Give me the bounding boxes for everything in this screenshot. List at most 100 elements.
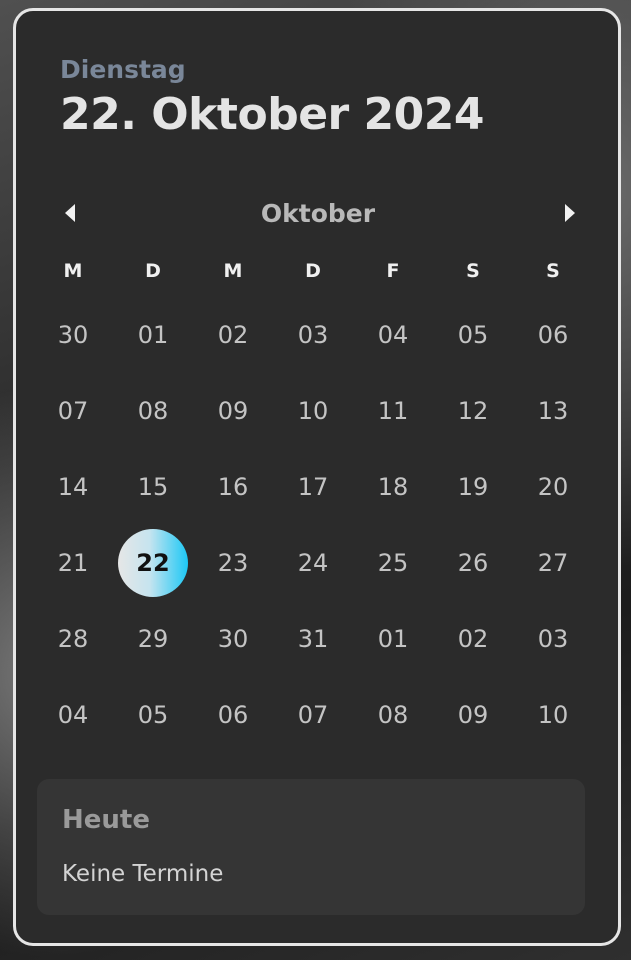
month-navigation: Oktober <box>40 191 596 235</box>
calendar-day[interactable]: 10 <box>273 373 353 449</box>
calendar-day-number: 04 <box>57 701 89 729</box>
month-label: Oktober <box>260 199 376 228</box>
calendar-day-number: 01 <box>377 625 409 653</box>
calendar-day[interactable]: 19 <box>433 449 513 525</box>
calendar-day-number: 07 <box>57 397 89 425</box>
calendar-day-number: 30 <box>217 625 249 653</box>
calendar-week: 04 05 06 07 08 09 10 <box>33 677 593 753</box>
calendar-day-number: 18 <box>377 473 409 501</box>
calendar-day-number: 27 <box>537 549 569 577</box>
calendar-day-number: 29 <box>137 625 169 653</box>
calendar-week: 28 29 30 31 01 02 03 <box>33 601 593 677</box>
calendar-grid: M D M D F S S 30 01 02 03 04 05 06 07 08 09 10 11 12… <box>33 251 593 753</box>
calendar-day-number: 06 <box>537 321 569 349</box>
calendar-day[interactable]: 11 <box>353 373 433 449</box>
calendar-day[interactable]: 12 <box>433 373 513 449</box>
calendar-day[interactable]: 30 <box>33 297 113 373</box>
calendar-day-number: 06 <box>217 701 249 729</box>
calendar-day[interactable]: 05 <box>113 677 193 753</box>
calendar-day-number: 02 <box>217 321 249 349</box>
calendar-week: 14 15 16 17 18 19 20 <box>33 449 593 525</box>
calendar-day-number: 13 <box>537 397 569 425</box>
calendar-day[interactable]: 31 <box>273 601 353 677</box>
weekday-label: S <box>466 260 480 282</box>
calendar-day[interactable]: 06 <box>513 297 593 373</box>
calendar-day[interactable]: 02 <box>433 601 513 677</box>
calendar-day-number: 10 <box>537 701 569 729</box>
calendar-day[interactable]: 30 <box>193 601 273 677</box>
events-panel: Heute Keine Termine <box>37 779 585 915</box>
calendar-day[interactable]: 21 <box>33 525 113 601</box>
calendar-day[interactable]: 18 <box>353 449 433 525</box>
calendar-day[interactable]: 26 <box>433 525 513 601</box>
weekday-label: S <box>546 260 560 282</box>
weekday-label: D <box>305 260 321 282</box>
calendar-day[interactable]: 06 <box>193 677 273 753</box>
calendar-day-number: 03 <box>537 625 569 653</box>
calendar-day[interactable]: 04 <box>33 677 113 753</box>
calendar-day[interactable]: 20 <box>513 449 593 525</box>
day-name: Dienstag <box>60 55 186 84</box>
calendar-day-number: 30 <box>57 321 89 349</box>
calendar-day[interactable]: 05 <box>433 297 513 373</box>
calendar-day[interactable]: 28 <box>33 601 113 677</box>
next-month-button[interactable] <box>556 199 584 227</box>
calendar-day[interactable]: 29 <box>113 601 193 677</box>
calendar-day-number: 24 <box>297 549 329 577</box>
calendar-day-number: 23 <box>217 549 249 577</box>
calendar-day[interactable]: 07 <box>273 677 353 753</box>
weekday-label: M <box>63 260 83 282</box>
calendar-day[interactable]: 04 <box>353 297 433 373</box>
calendar-day-number: 05 <box>457 321 489 349</box>
calendar-day-number: 03 <box>297 321 329 349</box>
calendar-day-number: 01 <box>137 321 169 349</box>
calendar-day[interactable]: 17 <box>273 449 353 525</box>
calendar-day-number: 09 <box>217 397 249 425</box>
calendar-day[interactable]: 09 <box>193 373 273 449</box>
calendar-day-number: 21 <box>57 549 89 577</box>
calendar-day[interactable]: 16 <box>193 449 273 525</box>
calendar-day-number: 02 <box>457 625 489 653</box>
calendar-day[interactable]: 25 <box>353 525 433 601</box>
calendar-day-number: 31 <box>297 625 329 653</box>
calendar-day-number: 16 <box>217 473 249 501</box>
calendar-day-number: 17 <box>297 473 329 501</box>
calendar-day[interactable]: 23 <box>193 525 273 601</box>
no-events-text: Keine Termine <box>62 861 224 887</box>
calendar-week: 07 08 09 10 11 12 13 <box>33 373 593 449</box>
calendar-day[interactable]: 24 <box>273 525 353 601</box>
calendar-day[interactable]: 10 <box>513 677 593 753</box>
calendar-day-number: 11 <box>377 397 409 425</box>
calendar-day[interactable]: 14 <box>33 449 113 525</box>
calendar-day-number: 12 <box>457 397 489 425</box>
full-date: 22. Oktober 2024 <box>60 89 485 140</box>
calendar-day[interactable]: 15 <box>113 449 193 525</box>
calendar-day[interactable]: 08 <box>353 677 433 753</box>
calendar-day-selected[interactable]: 22 <box>113 525 193 601</box>
calendar-day[interactable]: 07 <box>33 373 113 449</box>
weekday-header: M D M D F S S <box>33 251 593 291</box>
calendar-day-number: 04 <box>377 321 409 349</box>
calendar-day[interactable]: 13 <box>513 373 593 449</box>
calendar-day-number: 08 <box>137 397 169 425</box>
calendar-day[interactable]: 02 <box>193 297 273 373</box>
calendar-day[interactable]: 03 <box>513 601 593 677</box>
weekday-label: M <box>223 260 243 282</box>
calendar-weeks: 30 01 02 03 04 05 06 07 08 09 10 11 12 13 14 15 16 17 18 19… <box>33 297 593 753</box>
calendar-day-number: 07 <box>297 701 329 729</box>
calendar-day[interactable]: 03 <box>273 297 353 373</box>
weekday-label: D <box>145 260 161 282</box>
calendar-day-number: 08 <box>377 701 409 729</box>
calendar-day[interactable]: 01 <box>353 601 433 677</box>
calendar-day-number: 05 <box>137 701 169 729</box>
calendar-day[interactable]: 08 <box>113 373 193 449</box>
calendar-day[interactable]: 09 <box>433 677 513 753</box>
calendar-day-number: 22 <box>118 529 188 597</box>
calendar-day-number: 28 <box>57 625 89 653</box>
calendar-day[interactable]: 01 <box>113 297 193 373</box>
weekday-label: F <box>386 260 400 282</box>
calendar-day-number: 20 <box>537 473 569 501</box>
calendar-day[interactable]: 27 <box>513 525 593 601</box>
calendar-day-number: 15 <box>137 473 169 501</box>
calendar-day-number: 09 <box>457 701 489 729</box>
